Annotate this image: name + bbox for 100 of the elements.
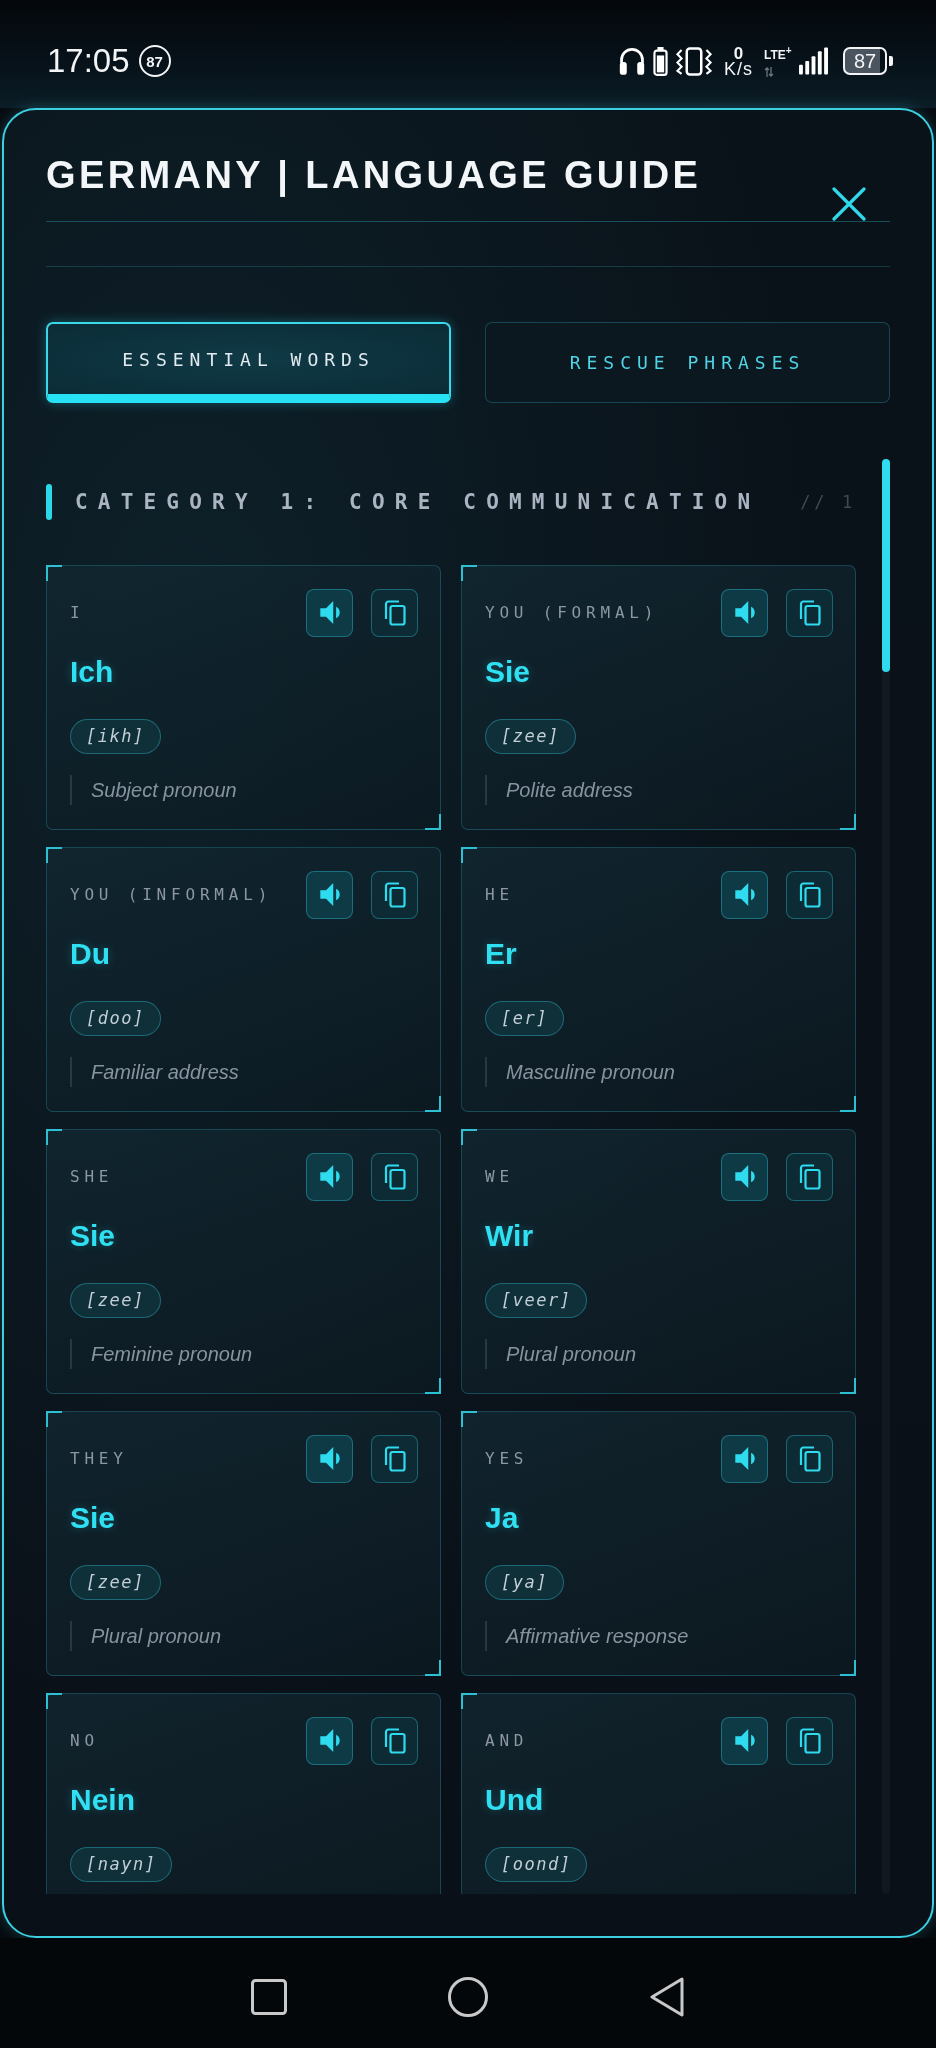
- german-word: Er: [485, 937, 518, 971]
- speaker-icon: [734, 883, 755, 906]
- german-word: Du: [70, 937, 111, 971]
- copy-button[interactable]: [786, 1434, 833, 1483]
- english-meaning: SHE: [70, 1167, 114, 1186]
- copy-button[interactable]: [371, 1152, 418, 1201]
- english-meaning: THEY: [70, 1449, 128, 1468]
- copy-icon: [383, 599, 406, 626]
- corner-bracket-icon: [425, 1378, 441, 1394]
- corner-bracket-icon: [46, 1129, 62, 1145]
- english-meaning: WE: [485, 1167, 514, 1186]
- pronunciation-tag: [zee]: [485, 719, 576, 754]
- category-index: // 1: [800, 492, 856, 512]
- speak-button[interactable]: [721, 1716, 768, 1765]
- english-meaning: I: [70, 603, 85, 622]
- speaker-icon: [319, 883, 340, 906]
- copy-button[interactable]: [371, 1434, 418, 1483]
- copy-icon: [798, 1445, 821, 1472]
- german-word: Sie: [485, 655, 532, 689]
- corner-bracket-icon: [46, 1693, 62, 1709]
- english-meaning: AND: [485, 1731, 529, 1750]
- copy-button[interactable]: [371, 870, 418, 919]
- corner-bracket-icon: [461, 1129, 477, 1145]
- net-speed-value: 0: [733, 45, 744, 61]
- speaker-icon: [734, 1165, 755, 1188]
- copy-button[interactable]: [786, 1716, 833, 1765]
- speaker-icon: [319, 1165, 340, 1188]
- copy-icon: [798, 1163, 821, 1190]
- german-word: Ja: [485, 1501, 520, 1535]
- speak-button[interactable]: [306, 1716, 353, 1765]
- usage-note: Plural pronoun: [485, 1339, 833, 1369]
- back-icon[interactable]: [649, 1977, 685, 2017]
- corner-bracket-icon: [46, 1411, 62, 1427]
- scrollbar-thumb[interactable]: [882, 459, 890, 672]
- vibrate-icon: [675, 46, 713, 76]
- headphones-icon: [618, 46, 646, 76]
- pronunciation-tag: [er]: [485, 1001, 564, 1036]
- copy-button[interactable]: [786, 1152, 833, 1201]
- corner-bracket-icon: [461, 1693, 477, 1709]
- corner-bracket-icon: [840, 1378, 856, 1394]
- german-word: Und: [485, 1783, 545, 1817]
- usage-note: Affirmative response: [485, 1621, 833, 1651]
- pronunciation-tag: [ya]: [485, 1565, 564, 1600]
- copy-icon: [383, 1445, 406, 1472]
- copy-button[interactable]: [371, 1716, 418, 1765]
- english-meaning: YOU (FORMAL): [485, 603, 659, 622]
- english-meaning: YES: [485, 1449, 529, 1468]
- corner-bracket-icon: [46, 847, 62, 863]
- usage-note: Feminine pronoun: [70, 1339, 418, 1369]
- copy-button[interactable]: [786, 870, 833, 919]
- net-speed-unit: K/s: [724, 60, 753, 77]
- english-meaning: NO: [70, 1731, 99, 1750]
- pronunciation-tag: [zee]: [70, 1565, 161, 1600]
- signal-icon: [799, 47, 828, 75]
- speaker-icon: [734, 1729, 755, 1752]
- speak-button[interactable]: [306, 1152, 353, 1201]
- speaker-icon: [319, 601, 340, 624]
- battery-icon: [653, 46, 668, 76]
- copy-icon: [798, 881, 821, 908]
- corner-bracket-icon: [840, 814, 856, 830]
- battery-indicator: 87: [843, 47, 893, 75]
- usage-note: Familiar address: [70, 1057, 418, 1087]
- english-meaning: HE: [485, 885, 514, 904]
- speak-button[interactable]: [721, 870, 768, 919]
- speak-button[interactable]: [306, 1434, 353, 1483]
- copy-icon: [383, 1727, 406, 1754]
- corner-bracket-icon: [840, 1096, 856, 1112]
- english-meaning: YOU (INFORMAL): [70, 885, 273, 904]
- german-word: Ich: [70, 655, 115, 689]
- usage-note: Polite address: [485, 775, 833, 805]
- speak-button[interactable]: [721, 588, 768, 637]
- home-icon[interactable]: [448, 1977, 488, 2017]
- tab[interactable]: RESCUE PHRASES: [485, 322, 890, 403]
- tab[interactable]: ESSENTIAL WORDS: [46, 322, 451, 403]
- modal-title: GERMANY | LANGUAGE GUIDE: [46, 153, 702, 197]
- german-word: Wir: [485, 1219, 535, 1253]
- speak-button[interactable]: [306, 588, 353, 637]
- corner-bracket-icon: [425, 1660, 441, 1676]
- copy-button[interactable]: [786, 588, 833, 637]
- pronunciation-tag: [nayn]: [70, 1847, 173, 1882]
- corner-bracket-icon: [840, 1660, 856, 1676]
- speak-button[interactable]: [306, 870, 353, 919]
- corner-bracket-icon: [425, 814, 441, 830]
- usage-note: Masculine pronoun: [485, 1057, 833, 1087]
- copy-button[interactable]: [371, 588, 418, 637]
- pronunciation-tag: [zee]: [70, 1283, 161, 1318]
- speak-button[interactable]: [721, 1434, 768, 1483]
- close-icon[interactable]: [832, 187, 866, 221]
- accent-bar: [46, 484, 52, 520]
- pronunciation-tag: [veer]: [485, 1283, 588, 1318]
- corner-bracket-icon: [425, 1096, 441, 1112]
- pronunciation-tag: [ikh]: [70, 719, 161, 754]
- speak-button[interactable]: [721, 1152, 768, 1201]
- pronunciation-tag: [doo]: [70, 1001, 161, 1036]
- german-word: Nein: [70, 1783, 136, 1817]
- pronunciation-tag: [oond]: [485, 1847, 588, 1882]
- copy-icon: [383, 1163, 406, 1190]
- recents-icon[interactable]: [251, 1979, 287, 2015]
- copy-icon: [798, 1727, 821, 1754]
- notification-badge: 87: [138, 45, 171, 77]
